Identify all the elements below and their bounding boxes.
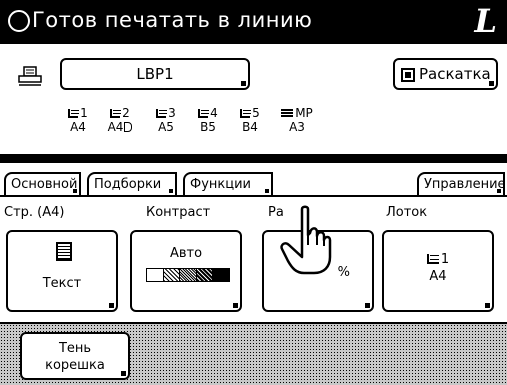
spine-shadow-label-line2: корешка — [45, 358, 105, 373]
tray-icon — [198, 109, 210, 118]
tray-icon — [426, 254, 439, 264]
tray-icon — [156, 109, 168, 118]
tray-label: Лоток — [386, 205, 428, 220]
spine-shadow-label-line1: Тень — [58, 341, 92, 356]
tab-corner-mark — [265, 189, 269, 193]
sort-label: Раскатка — [419, 65, 491, 83]
printer-icon — [18, 66, 42, 86]
printer-area: LBP1 Раскатка 1 A4 2 A4 3 A5 4 B5 5 B4 M… — [0, 44, 507, 154]
tray-status-4: 4 B5 — [198, 106, 218, 134]
sort-icon — [401, 68, 415, 82]
document-icon — [56, 242, 72, 261]
button-corner-mark — [233, 303, 238, 308]
tab-selections[interactable]: Подборки — [87, 172, 177, 196]
tab-basic[interactable]: Основной — [4, 172, 81, 196]
tab-corner-mark — [169, 189, 173, 193]
basic-functions-panel: Стр. (A4) Контраст Ра Лоток Текст Авто %… — [0, 197, 507, 322]
multipurpose-tray-icon — [281, 109, 294, 117]
tray-icon — [110, 109, 122, 118]
spine-shadow-button[interactable]: Тень корешка — [20, 332, 130, 380]
separator — [0, 154, 507, 163]
tray-status-3: 3 A5 — [156, 106, 176, 134]
tray-status-2: 2 A4 — [102, 106, 138, 134]
ready-status-icon — [8, 10, 30, 32]
tab-corner-mark — [497, 189, 501, 193]
tray-number: 1 — [440, 252, 450, 267]
tray-paper-size: A4 — [429, 269, 447, 284]
tray-icon — [240, 109, 252, 118]
button-corner-mark — [365, 303, 370, 308]
mode-badge: L — [474, 2, 498, 40]
printer-name: LBP1 — [136, 65, 174, 83]
tray-status-mp: MP A3 — [274, 106, 320, 134]
tray-status-1: 1 A4 — [68, 106, 88, 134]
page-type-value: Текст — [42, 276, 82, 291]
sort-button[interactable]: Раскатка — [393, 58, 498, 90]
button-corner-mark — [121, 371, 126, 376]
button-corner-mark — [241, 81, 246, 86]
tab-corner-mark — [73, 189, 77, 193]
contrast-scale-icon — [146, 268, 230, 282]
title-bar: Готов печатать в линию L — [0, 0, 507, 44]
page-size-label: Стр. (A4) — [4, 205, 65, 220]
tray-button[interactable]: 1 A4 — [382, 230, 494, 312]
button-corner-mark — [485, 303, 490, 308]
status-title: Готов печатать в линию — [32, 8, 313, 32]
tab-bar: Основной Подборки Функции Управление — [0, 163, 507, 196]
landscape-page-icon — [124, 122, 133, 132]
contrast-label: Контраст — [146, 205, 211, 220]
printer-select-button[interactable]: LBP1 — [60, 58, 250, 90]
bottom-function-area: Тень корешка — [0, 322, 507, 385]
hand-pointer-icon — [280, 205, 332, 275]
contrast-value: Авто — [169, 246, 203, 261]
page-type-button[interactable]: Текст — [6, 230, 118, 312]
tab-management[interactable]: Управление — [417, 172, 506, 196]
tray-icon — [68, 109, 80, 118]
tray-status-5: 5 B4 — [240, 106, 260, 134]
tab-functions[interactable]: Функции — [183, 172, 273, 196]
button-corner-mark — [109, 303, 114, 308]
button-corner-mark — [489, 81, 494, 86]
contrast-button[interactable]: Авто — [130, 230, 242, 312]
